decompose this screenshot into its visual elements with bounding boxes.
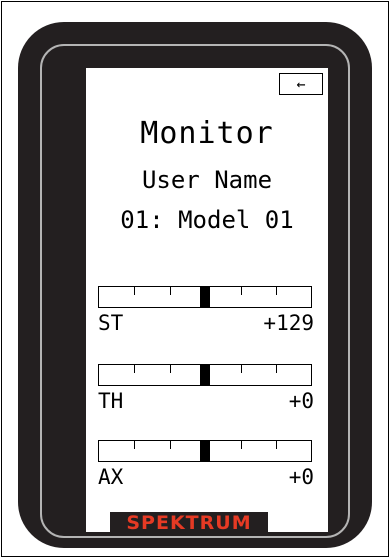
channel-bar (98, 286, 312, 308)
bar-tick (276, 441, 277, 449)
bar-tick (276, 365, 277, 373)
channel-indicator (200, 441, 210, 461)
bar-tick (134, 287, 135, 295)
brand-logo: SPEKTRUM (110, 512, 268, 534)
page-title: Monitor (140, 116, 274, 151)
channel-bar (98, 440, 312, 462)
bar-tick (170, 287, 171, 295)
user-name-label: User Name (141, 166, 273, 194)
channel-bar (98, 364, 312, 386)
bar-tick (170, 365, 171, 373)
back-button[interactable]: ← (279, 73, 323, 95)
bar-tick (276, 287, 277, 295)
channel-value: +0 (288, 465, 314, 489)
channel-th: TH +0 (98, 364, 314, 414)
bar-tick (241, 287, 242, 295)
channel-st: ST +129 (98, 286, 314, 336)
channel-indicator (200, 287, 210, 307)
lcd-screen: ← Monitor User Name 01: Model 01 ST +129… (86, 68, 328, 532)
bar-tick (134, 365, 135, 373)
model-label: 01: Model 01 (120, 206, 294, 234)
brand-name: SPEKTRUM (126, 512, 252, 534)
channel-label: AX (98, 465, 124, 489)
channel-label: ST (98, 311, 124, 335)
bar-tick (241, 365, 242, 373)
bar-tick (241, 441, 242, 449)
channel-value: +129 (263, 311, 314, 335)
channel-ax: AX +0 (98, 440, 314, 490)
channel-label: TH (98, 389, 124, 413)
bar-tick (134, 441, 135, 449)
channel-value: +0 (288, 389, 314, 413)
channel-indicator (200, 365, 210, 385)
back-arrow-icon: ← (296, 74, 306, 93)
bar-tick (170, 441, 171, 449)
